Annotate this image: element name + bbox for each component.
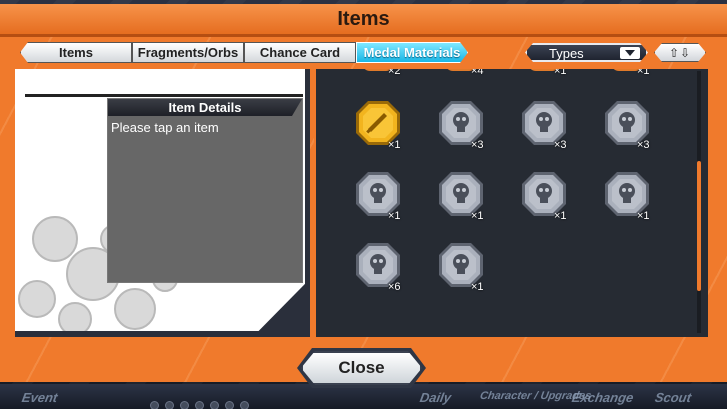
medal-materials-grid: ×2 ×4 ×1 ×1 ×1 ×3 ×3 ×3 ×1 ×1 ×1 ×1 ×6 ×… [316, 69, 708, 337]
nav-daily[interactable]: Daily [419, 390, 453, 405]
preview-rule [25, 94, 303, 97]
item-details-panel: Item Details Please tap an item [107, 98, 303, 283]
medal-count: ×1 [637, 69, 650, 77]
medal-count: ×1 [388, 139, 401, 151]
nav-event[interactable]: Event [21, 390, 59, 405]
close-button[interactable]: Close [301, 351, 422, 385]
sort-button[interactable]: ⇧⇩ [654, 43, 706, 62]
medal-item[interactable]: ×1 [437, 241, 507, 303]
scrollbar-thumb[interactable] [697, 161, 701, 291]
sort-up-down-icon: ⇧⇩ [668, 45, 692, 60]
medal-item[interactable]: ×3 [520, 99, 590, 161]
medal-count: ×1 [471, 210, 484, 222]
medal-count: ×2 [388, 69, 401, 77]
chevron-down-icon [620, 47, 640, 59]
page-dots [150, 397, 255, 409]
medal-count: ×6 [388, 281, 401, 293]
medal-count: ×3 [554, 139, 567, 151]
medal-item[interactable]: ×6 [354, 241, 424, 303]
medal-item[interactable]: ×1 [603, 170, 673, 232]
medal-item[interactable]: ×1 [437, 170, 507, 232]
tab-items[interactable]: Items [20, 42, 132, 63]
types-dropdown[interactable]: Types [525, 43, 648, 62]
medal-count: ×1 [471, 281, 484, 293]
items-dialog: Items Items Fragments/Orbs Chance Card M… [0, 4, 727, 382]
dialog-title: Items [337, 8, 390, 30]
tab-chance-card[interactable]: Chance Card [244, 42, 356, 63]
title-divider [0, 34, 727, 37]
medal-count: ×1 [554, 69, 567, 77]
medal-count: ×1 [388, 210, 401, 222]
title-bar: Items [0, 4, 727, 34]
medal-item[interactable]: ×1 [520, 170, 590, 232]
item-details-header: Item Details [108, 99, 302, 116]
medal-item[interactable]: ×3 [603, 99, 673, 161]
medal-count: ×1 [554, 210, 567, 222]
medal-count: ×3 [471, 139, 484, 151]
item-preview-pane: Item Details Please tap an item [15, 69, 310, 337]
medal-item[interactable]: ×1 [354, 99, 424, 161]
types-dropdown-value: Types [549, 46, 584, 61]
tab-fragments-orbs[interactable]: Fragments/Orbs [132, 42, 244, 63]
medal-count: ×1 [637, 210, 650, 222]
medal-item[interactable]: ×1 [354, 170, 424, 232]
medal-count: ×3 [637, 139, 650, 151]
item-details-hint: Please tap an item [111, 120, 219, 135]
nav-exchange[interactable]: Exchange [571, 390, 635, 405]
tab-medal-materials[interactable]: Medal Materials [356, 42, 468, 63]
medal-count: ×4 [471, 69, 484, 77]
nav-scout[interactable]: Scout [654, 390, 693, 405]
medal-item[interactable]: ×3 [437, 99, 507, 161]
